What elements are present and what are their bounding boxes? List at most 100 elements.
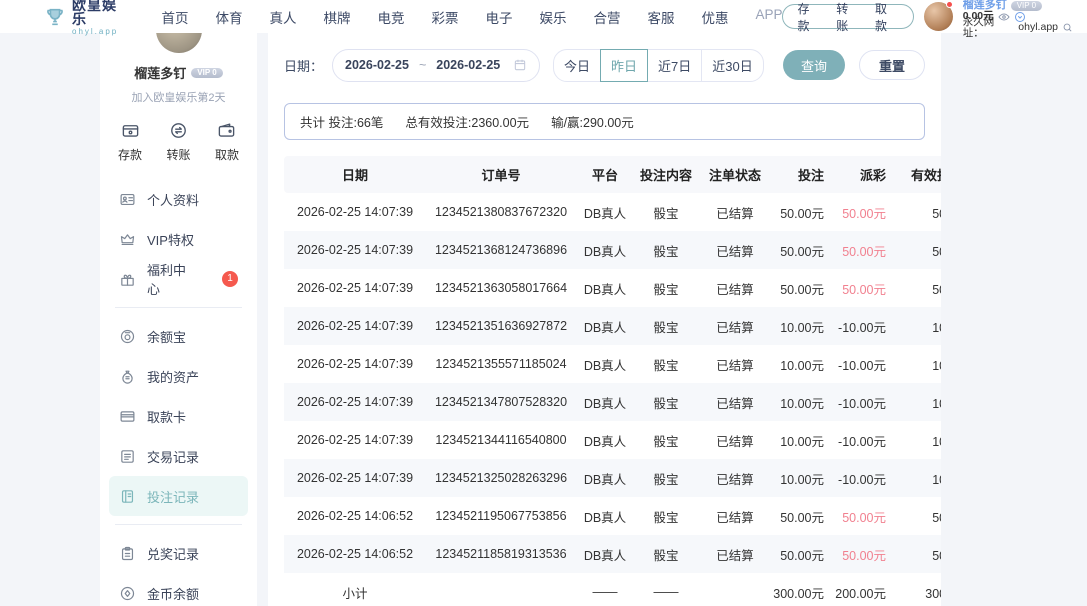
bet-amount: 50.00元 xyxy=(772,497,834,535)
nav-item-合营[interactable]: 合营 xyxy=(593,7,620,27)
bet-status: 已结算 xyxy=(698,345,772,383)
preset-button-今日[interactable]: 今日 xyxy=(553,49,601,82)
bet-amount: 10.00元 xyxy=(772,421,834,459)
payout-amount: -10.00元 xyxy=(834,307,896,345)
order-number: 1234521355571185024 xyxy=(426,345,576,383)
bet-content: 骰宝 xyxy=(634,307,698,345)
reset-button[interactable]: 重置 xyxy=(859,50,925,80)
table-row: 2026-02-25 14:07:391234521351636927872DB… xyxy=(284,307,941,345)
valid-bet-amount: 50.00元 xyxy=(896,535,941,573)
payout-amount: -10.00元 xyxy=(834,345,896,383)
column-header-派彩: 派彩 xyxy=(834,156,896,193)
bet-content: 骰宝 xyxy=(634,497,698,535)
bet-records-panel: 日期： 2026-02-25 ~ 2026-02-25 今日昨日近7日近30日 … xyxy=(268,33,941,606)
profile-avatar[interactable] xyxy=(156,33,202,53)
platform: DB真人 xyxy=(576,231,634,269)
preset-button-近7日[interactable]: 近7日 xyxy=(647,49,702,82)
coin-icon xyxy=(119,585,136,602)
bet-content: 骰宝 xyxy=(634,383,698,421)
valid-bet-amount: 10.00元 xyxy=(896,307,941,345)
user-avatar[interactable] xyxy=(924,2,953,31)
subtotal-payout: 200.00元 xyxy=(834,573,896,606)
platform: DB真人 xyxy=(576,307,634,345)
nav-item-棋牌[interactable]: 棋牌 xyxy=(323,7,350,27)
sidebar-item-VIP特权[interactable]: VIP特权 xyxy=(109,219,248,259)
logo-subtitle: ohyl.app xyxy=(72,28,131,36)
column-header-日期: 日期 xyxy=(284,156,426,193)
table-row: 2026-02-25 14:07:391234521347807528320DB… xyxy=(284,383,941,421)
preset-button-昨日[interactable]: 昨日 xyxy=(600,49,648,82)
subtotal-valid: 300.00元 xyxy=(896,573,941,606)
sidebar-item-福利中心[interactable]: 福利中心1 xyxy=(109,259,248,299)
preset-button-近30日[interactable]: 近30日 xyxy=(701,49,763,82)
permanent-url-label: 永久网址： xyxy=(963,17,1015,38)
nav-item-首页[interactable]: 首页 xyxy=(161,7,188,27)
bet-date: 2026-02-25 14:07:39 xyxy=(284,307,426,345)
bet-date: 2026-02-25 14:07:39 xyxy=(284,193,426,231)
nav-item-体育[interactable]: 体育 xyxy=(215,7,242,27)
valid-bet-amount: 10.00元 xyxy=(896,345,941,383)
sidebar-item-label: 投注记录 xyxy=(147,487,199,506)
deposit-icon xyxy=(121,121,140,140)
nav-item-APP[interactable]: APP xyxy=(755,7,782,27)
bet-date: 2026-02-25 14:07:39 xyxy=(284,383,426,421)
nav-item-优惠[interactable]: 优惠 xyxy=(701,7,728,27)
bet-date: 2026-02-25 14:07:39 xyxy=(284,269,426,307)
nav-item-真人[interactable]: 真人 xyxy=(269,7,296,27)
nav-item-彩票[interactable]: 彩票 xyxy=(431,7,458,27)
wallet-action-存款[interactable]: 存款 xyxy=(797,0,821,34)
wallet-action-取款[interactable]: 取款 xyxy=(875,0,899,34)
table-row: 2026-02-25 14:07:391234521363058017664DB… xyxy=(284,269,941,307)
sidebar-item-label: 金币余额 xyxy=(147,584,199,603)
nav-item-电子[interactable]: 电子 xyxy=(485,7,512,27)
quick-action-存款[interactable]: 存款 xyxy=(118,121,142,163)
sidebar-item-个人资料[interactable]: 个人资料 xyxy=(109,179,248,219)
bet-amount: 50.00元 xyxy=(772,535,834,573)
query-button[interactable]: 查询 xyxy=(783,50,845,80)
platform: DB真人 xyxy=(576,269,634,307)
platform: DB真人 xyxy=(576,345,634,383)
table-row: 2026-02-25 14:06:521234521195067753856DB… xyxy=(284,497,941,535)
table-row: 2026-02-25 14:07:391234521325028263296DB… xyxy=(284,459,941,497)
sidebar-item-投注记录[interactable]: 投注记录 xyxy=(109,476,248,516)
nav-item-客服[interactable]: 客服 xyxy=(647,7,674,27)
quick-action-转账[interactable]: 转账 xyxy=(166,121,190,163)
platform: DB真人 xyxy=(576,459,634,497)
column-header-投注: 投注 xyxy=(772,156,834,193)
username[interactable]: 榴莲多钉 xyxy=(963,0,1007,11)
site-logo[interactable]: 欧皇娱乐 ohyl.app xyxy=(44,0,131,36)
withdraw-icon xyxy=(217,121,236,140)
platform: DB真人 xyxy=(576,193,634,231)
trophy-logo-icon xyxy=(44,6,66,28)
valid-bet-amount: 50.00元 xyxy=(896,193,941,231)
nav-item-娱乐[interactable]: 娱乐 xyxy=(539,7,566,27)
page: 欧皇娱乐 ohyl.app 首页体育真人棋牌电竞彩票电子娱乐合营客服优惠APP … xyxy=(0,0,1087,606)
sidebar-item-取款卡[interactable]: 取款卡 xyxy=(109,396,248,436)
wallet-action-转账[interactable]: 转账 xyxy=(836,0,860,34)
bet-amount: 50.00元 xyxy=(772,193,834,231)
filter-row: 日期： 2026-02-25 ~ 2026-02-25 今日昨日近7日近30日 … xyxy=(284,48,925,82)
bet-records-table: 日期订单号平台投注内容注单状态投注派彩有效投注额 2026-02-25 14:0… xyxy=(284,156,941,606)
nav-item-电竞[interactable]: 电竞 xyxy=(377,7,404,27)
table-row: 2026-02-25 14:06:521234521185819313536DB… xyxy=(284,535,941,573)
sidebar-item-兑奖记录[interactable]: 兑奖记录 xyxy=(109,533,248,573)
platform: DB真人 xyxy=(576,497,634,535)
table-header: 日期订单号平台投注内容注单状态投注派彩有效投注额 xyxy=(284,156,941,193)
search-icon[interactable] xyxy=(1062,22,1073,33)
sidebar-item-我的资产[interactable]: 我的资产 xyxy=(109,356,248,396)
date-range-input[interactable]: 2026-02-25 ~ 2026-02-25 xyxy=(332,49,540,82)
sidebar-item-label: 余额宝 xyxy=(147,327,186,346)
joined-days-text: 加入欧皇娱乐第2天 xyxy=(100,89,257,105)
quick-action-取款[interactable]: 取款 xyxy=(215,121,239,163)
sidebar-item-余额宝[interactable]: 余额宝 xyxy=(109,316,248,356)
permanent-url-value[interactable]: ohyl.app xyxy=(1018,22,1058,33)
sidebar-item-金币余额[interactable]: 金币余额 xyxy=(109,573,248,606)
bet-date: 2026-02-25 14:06:52 xyxy=(284,535,426,573)
bet-date: 2026-02-25 14:07:39 xyxy=(284,345,426,383)
date-filter-label: 日期： xyxy=(284,56,323,75)
bet-amount: 10.00元 xyxy=(772,345,834,383)
sidebar-item-交易记录[interactable]: 交易记录 xyxy=(109,436,248,476)
bank-card-icon xyxy=(119,408,136,425)
quick-action-label: 存款 xyxy=(118,146,142,163)
bet-status: 已结算 xyxy=(698,193,772,231)
